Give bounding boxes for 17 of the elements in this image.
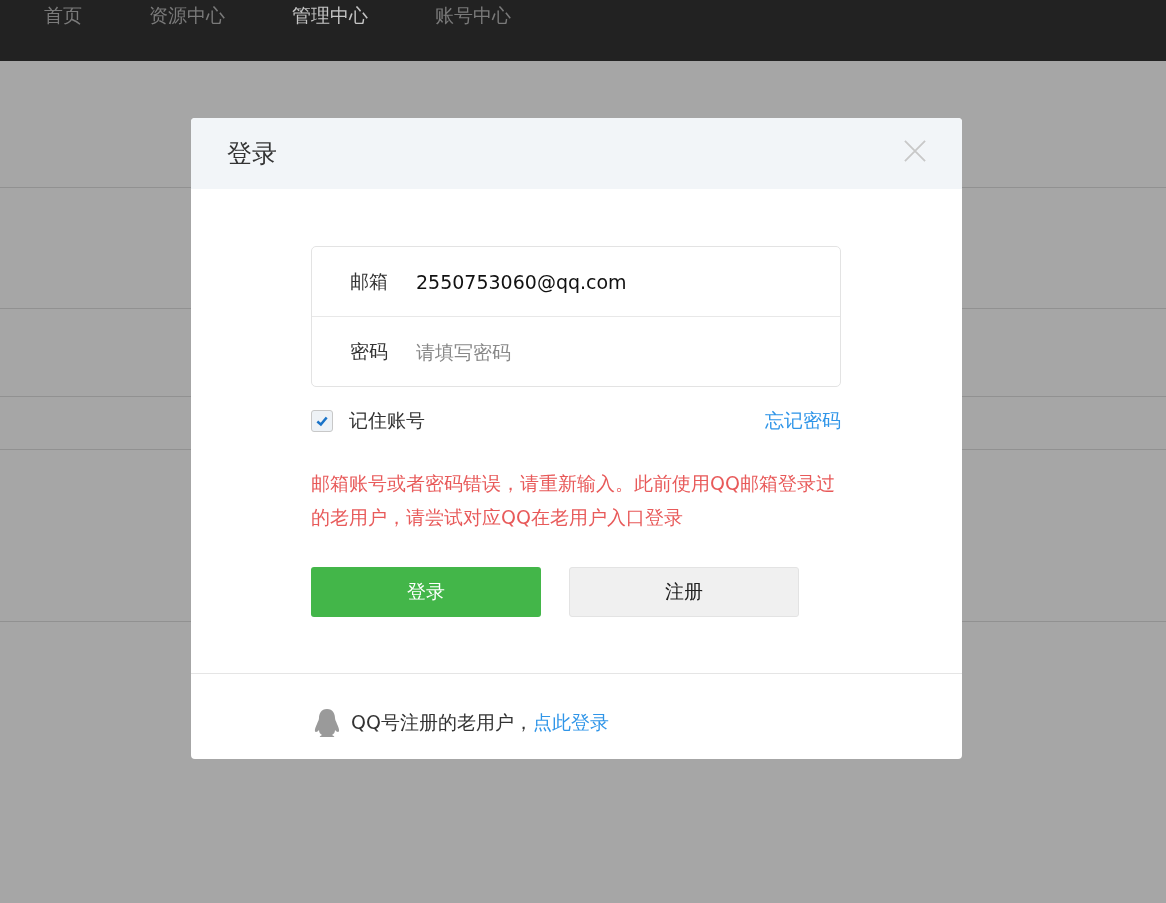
checkbox[interactable] [311,410,333,432]
error-message: 邮箱账号或者密码错误，请重新输入。此前使用QQ邮箱登录过的老用户，请尝试对应QQ在老用户入口登录 [311,471,836,530]
penguin-icon [313,708,341,738]
remember-label: 记住账号 [349,408,425,433]
footer-text: QQ号注册的老用户， [351,711,533,733]
nav-item[interactable]: 资源中心 [149,2,225,28]
dialog-title: 登录 [227,138,277,170]
forgot-password-link[interactable]: 忘记密码 [765,408,841,434]
register-button[interactable]: 注册 [569,567,799,617]
login-button[interactable]: 登录 [311,567,541,617]
checkmark-icon [315,414,329,428]
field-label: 密码 [350,338,389,364]
nav-item[interactable]: 首页 [44,2,82,28]
nav-item[interactable]: 账号中心 [435,2,511,28]
nav-item[interactable]: 管理中心 [292,2,368,28]
login-link[interactable]: 点此登录 [532,711,609,733]
field-label: 邮箱 [350,268,389,294]
